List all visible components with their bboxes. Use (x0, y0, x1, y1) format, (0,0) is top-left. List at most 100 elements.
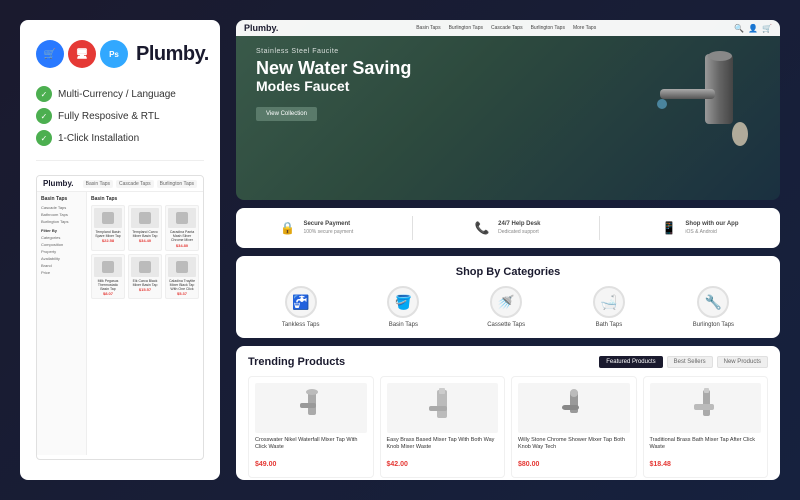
feature-bar-secure: 🔒 Secure Payment 100% secure payment (277, 218, 353, 238)
search-icon[interactable]: 🔍 (734, 24, 744, 33)
mini-product-price-2: $34.40 (131, 238, 159, 243)
mini-nav-3: Burlington Taps (157, 180, 197, 188)
mini-product-img-4 (94, 257, 122, 277)
trending-price-4: $18.48 (650, 461, 671, 468)
feature-bar-text-1: Secure Payment 100% secure payment (303, 221, 353, 235)
mini-sidebar-f2: Composition (41, 242, 82, 247)
trending-product-3[interactable]: Willy Stone Chrome Shower Mixer Tap Both… (511, 376, 637, 478)
bar-divider-2 (599, 216, 600, 240)
helpdesk-title: 24/7 Help Desk (498, 221, 540, 229)
cart-icon: 🛒 (36, 40, 64, 68)
category-1[interactable]: 🚰 Tankless Taps (282, 286, 320, 328)
trending-section: Trending Products Featured Products Best… (236, 346, 780, 480)
category-icon-1: 🚰 (285, 286, 317, 318)
feature-bar-app: 📱 Shop with our App iOS & Android (659, 218, 738, 238)
hero-nav-1[interactable]: Basin Taps (414, 24, 442, 32)
feature-bar-helpdesk: 📞 24/7 Help Desk Dedicated support (472, 218, 540, 238)
feature-label-3: 1-Click Installation (58, 133, 139, 144)
trending-title-1: Crosswater Nikel Waterfall Mixer Tap Wit… (255, 437, 367, 451)
feature-item-2: ✓ Fully Resposive & RTL (36, 108, 204, 124)
mini-sidebar-cat-2: Bathroom Taps (41, 212, 82, 217)
mini-product-title-4: Milk Pegasus Thermostatic Basin Tap (94, 279, 122, 292)
category-3[interactable]: 🚿 Cassette Taps (487, 286, 525, 328)
product-faucet-svg-2 (427, 388, 457, 428)
hero-nav-5[interactable]: More Taps (571, 24, 598, 32)
mini-sidebar-f3: Property (41, 249, 82, 254)
mini-sidebar-cat-3: Burlington Taps (41, 219, 82, 224)
monitor-icon: 🖥 (68, 40, 96, 68)
hero-nav-3[interactable]: Cascade Taps (489, 24, 525, 32)
mini-product-img-1 (94, 208, 122, 228)
user-icon[interactable]: 👤 (748, 24, 758, 33)
trending-img-2 (387, 383, 499, 433)
hero-content: Stainless Steel Faucite New Water Saving… (236, 34, 431, 135)
trending-product-1[interactable]: Crosswater Nikel Waterfall Mixer Tap Wit… (248, 376, 374, 478)
app-sub: iOS & Android (685, 229, 738, 235)
trending-tab-bestsellers[interactable]: Best Sellers (667, 356, 713, 368)
mini-sidebar: Basin Taps Cascade Taps Bathroom Taps Bu… (37, 192, 87, 455)
mini-product-1: Templand Basin Spare Mixer Tap $22.58 (91, 205, 125, 251)
category-label-1: Tankless Taps (282, 322, 320, 328)
mini-product-title-6: Caladina Traylite Mixer Black Tap With O… (168, 279, 196, 292)
feature-item-3: ✓ 1-Click Installation (36, 130, 204, 146)
bar-divider-1 (412, 216, 413, 240)
brand-area: 🛒 🖥 Ps Plumby. (36, 40, 204, 68)
trending-product-4[interactable]: Traditional Brass Bath Mixer Tap After C… (643, 376, 769, 478)
mini-product-price-1: $22.58 (94, 238, 122, 243)
trending-title-2: Easy Brass Based Mixer Tap With Both Way… (387, 437, 499, 451)
trending-products-grid: Crosswater Nikel Waterfall Mixer Tap Wit… (248, 376, 768, 478)
feature-label-1: Multi-Currency / Language (58, 89, 176, 100)
category-icon-2: 🪣 (387, 286, 419, 318)
mini-product-2: Templand Carvo Mixer Basin Tap $34.40 (128, 205, 162, 251)
trending-tab-featured[interactable]: Featured Products (599, 356, 662, 368)
trending-product-2[interactable]: Easy Brass Based Mixer Tap With Both Way… (380, 376, 506, 478)
product-faucet-svg-1 (296, 388, 326, 428)
cart-icon[interactable]: 🛒 (762, 24, 772, 33)
mini-product-img-5 (131, 257, 159, 277)
check-icon-3: ✓ (36, 130, 52, 146)
mini-sidebar-cat-1: Cascade Taps (41, 205, 82, 210)
hero-nav-2[interactable]: Burlington Taps (447, 24, 485, 32)
product-faucet-svg-3 (559, 388, 589, 428)
trending-header: Trending Products Featured Products Best… (248, 356, 768, 368)
mini-store-body: Basin Taps Cascade Taps Bathroom Taps Bu… (37, 192, 203, 455)
category-label-2: Basin Taps (389, 322, 418, 328)
trending-title: Trending Products (248, 356, 345, 368)
trending-img-1 (255, 383, 367, 433)
page-wrapper: 🛒 🖥 Ps Plumby. ✓ Multi-Currency / Langua… (10, 10, 790, 490)
brand-name: Plumby. (136, 43, 209, 66)
category-icon-3: 🚿 (490, 286, 522, 318)
trending-tab-new[interactable]: New Products (717, 356, 768, 368)
trending-tabs: Featured Products Best Sellers New Produ… (599, 356, 768, 368)
mini-product-title-1: Templand Basin Spare Mixer Tap (94, 230, 122, 238)
category-label-4: Bath Taps (596, 322, 623, 328)
mini-brand: Plumby. (43, 179, 74, 188)
ps-icon: Ps (100, 40, 128, 68)
trending-title-3: Willy Stone Chrome Shower Mixer Tap Both… (518, 437, 630, 451)
mini-product-grid: Templand Basin Spare Mixer Tap $22.58 Te… (91, 205, 199, 299)
mini-nav: Basin Taps Cascade Taps Burlington Taps (83, 180, 197, 188)
trending-prices-4: $18.48 (650, 453, 762, 471)
category-2[interactable]: 🪣 Basin Taps (387, 286, 419, 328)
trending-prices-2: $42.00 (387, 453, 499, 471)
hero-icon-group: 🔍 👤 🛒 (734, 24, 772, 33)
mini-product-5: Elk Carca Black Mixer Basin Tap $15.57 (128, 254, 162, 300)
feature-item-1: ✓ Multi-Currency / Language (36, 86, 204, 102)
feature-bar-text-2: 24/7 Help Desk Dedicated support (498, 221, 540, 235)
mini-sidebar-f6: Price (41, 270, 82, 275)
mini-store-main: Basin Taps Templand Basin Spare Mixer Ta… (87, 192, 203, 455)
brand-icons: 🛒 🖥 Ps (36, 40, 128, 68)
trending-prices-1: $49.00 (255, 453, 367, 471)
category-4[interactable]: 🛁 Bath Taps (593, 286, 625, 328)
mini-product-price-3: $34.80 (168, 243, 196, 248)
category-5[interactable]: 🔧 Burlington Taps (693, 286, 734, 328)
trending-prices-3: $80.00 (518, 453, 630, 471)
mini-store-preview: Plumby. Basin Taps Cascade Taps Burlingt… (36, 175, 204, 460)
secure-title: Secure Payment (303, 221, 353, 229)
hero-cta-button[interactable]: View Collection (256, 107, 317, 121)
check-icon-1: ✓ (36, 86, 52, 102)
feature-list: ✓ Multi-Currency / Language ✓ Fully Resp… (36, 86, 204, 146)
mini-product-3: Caradina Panta Mash Silver Chrome Mixer … (165, 205, 199, 251)
hero-section: Plumby. Basin Taps Burlington Taps Casca… (236, 20, 780, 200)
hero-nav-4[interactable]: Burlington Taps (529, 24, 567, 32)
